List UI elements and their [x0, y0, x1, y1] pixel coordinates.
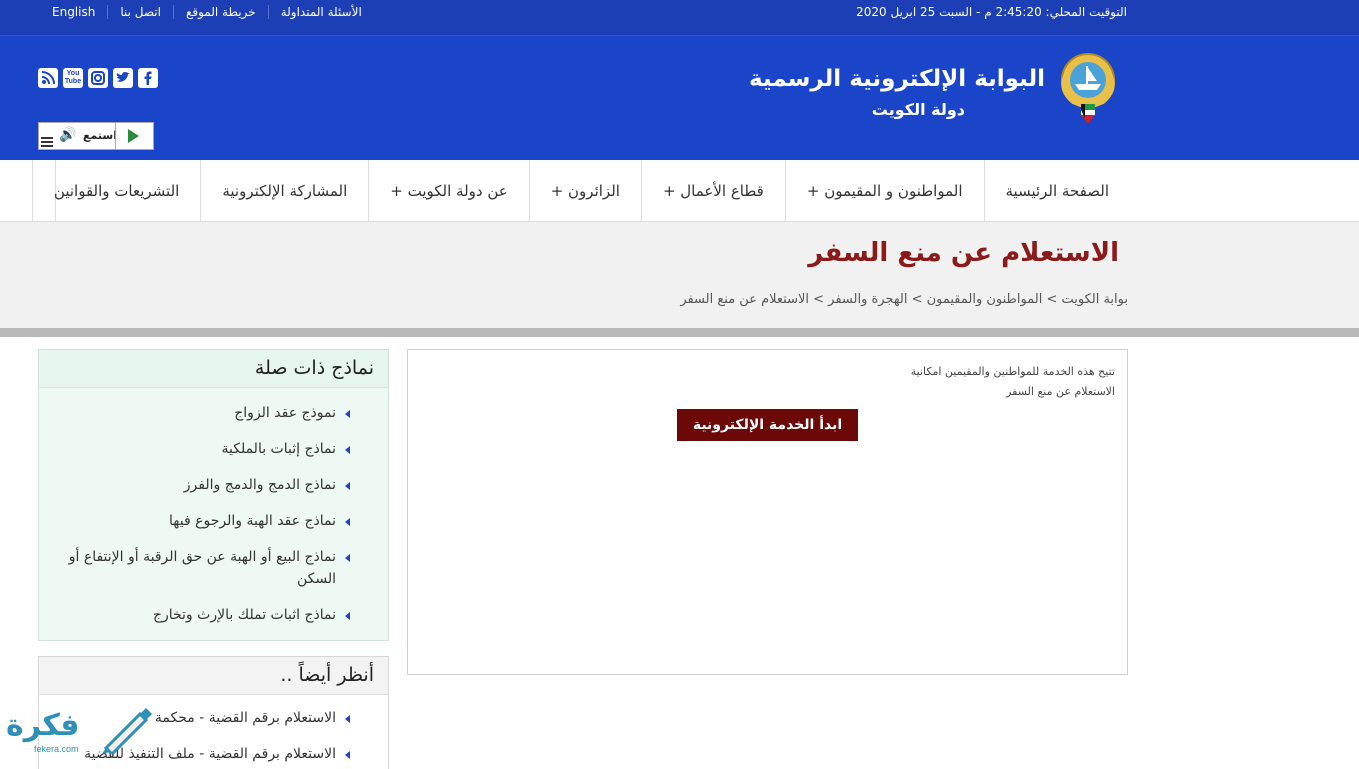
see-also-title: أنظر أيضاً ..	[280, 664, 374, 686]
nav-item-visitors[interactable]: الزائرون +	[528, 160, 641, 221]
service-panel: تتيح هذه الخدمة للمواطنين والمقيمين امكا…	[407, 349, 1128, 675]
see-also-header: أنظر أيضاً ..	[39, 657, 388, 695]
related-forms-list: نموذج عقد الزواج نماذج إثبات بالملكية نم…	[60, 402, 350, 640]
menu-icon[interactable]	[41, 137, 53, 147]
list-item[interactable]: نماذج اثبات تملك بالإرث وتخارج	[60, 604, 350, 626]
related-forms-title: نماذج ذات صلة	[254, 357, 374, 379]
twitter-icon[interactable]	[113, 68, 133, 88]
related-forms-box: نماذج ذات صلة نموذج عقد الزواج نماذج إثب…	[38, 349, 389, 641]
start-service-button[interactable]: ابدأ الخدمة الإلكترونية	[677, 409, 858, 441]
instagram-icon[interactable]	[88, 68, 108, 88]
kuwait-emblem-icon[interactable]	[1055, 50, 1121, 126]
breadcrumb[interactable]: بوابة الكويت > المواطنون والمقيمون > اله…	[680, 292, 1128, 307]
main-nav: الصفحة الرئيسية المواطنون و المقيمون + ق…	[0, 160, 1359, 222]
top-bar: English اتصل بنا خريطة الموقع الأسئلة ال…	[0, 0, 1359, 36]
local-time: التوقيت المحلي: 2:45:20 م - السبت 25 ابر…	[856, 5, 1127, 19]
nav-item-business[interactable]: قطاع الأعمال +	[640, 160, 785, 221]
nav-item-citizens[interactable]: المواطنون و المقيمون +	[784, 160, 984, 221]
listen-label: استمع	[83, 129, 117, 142]
nav-item-home[interactable]: الصفحة الرئيسية	[983, 160, 1131, 221]
watermark-text: فكرة	[6, 708, 80, 743]
divider-bar	[0, 328, 1359, 337]
rss-icon[interactable]	[38, 68, 58, 88]
nav-item-legislation[interactable]: التشريعات والقوانين	[31, 160, 200, 221]
page-title: الاستعلام عن منع السفر	[808, 238, 1119, 268]
watermark: فكرة fekera.com	[6, 702, 152, 762]
youtube-icon[interactable]: You Tube	[63, 68, 83, 88]
site-header: البوابة الإلكترونية الرسمية دولة الكويت …	[0, 36, 1359, 160]
page-header: الاستعلام عن منع السفر بوابة الكويت > ال…	[0, 222, 1359, 328]
play-icon[interactable]	[128, 129, 139, 143]
service-description: تتيح هذه الخدمة للمواطنين والمقيمين امكا…	[910, 365, 1115, 398]
list-item[interactable]: نماذج البيع أو الهبة عن حق الرقبة أو الإ…	[60, 546, 350, 590]
faq-link[interactable]: الأسئلة المتداولة	[267, 5, 374, 19]
nav-items: الصفحة الرئيسية المواطنون و المقيمون + ق…	[31, 160, 1131, 221]
list-item[interactable]: نماذج إثبات بالملكية	[60, 438, 350, 460]
listen-widget[interactable]: 🔊 استمع	[38, 122, 154, 150]
related-forms-header: نماذج ذات صلة	[39, 350, 388, 388]
top-links: English اتصل بنا خريطة الموقع الأسئلة ال…	[52, 5, 374, 19]
youtube-label: You Tube	[64, 70, 82, 85]
site-title[interactable]: البوابة الإلكترونية الرسمية	[749, 66, 1045, 92]
nav-item-about[interactable]: عن دولة الكويت +	[368, 160, 528, 221]
list-item[interactable]: نماذج عقد الهبة والرجوع فيها	[60, 510, 350, 532]
pencil-icon	[102, 708, 152, 754]
site-subtitle: دولة الكويت	[871, 100, 965, 119]
list-item[interactable]: نماذج الدمج والدمج والفرز	[60, 474, 350, 496]
list-item[interactable]: نموذج عقد الزواج	[60, 402, 350, 424]
nav-item-eparticipation[interactable]: المشاركة الإلكترونية	[200, 160, 368, 221]
watermark-url: fekera.com	[34, 744, 79, 754]
contact-link[interactable]: اتصل بنا	[107, 5, 173, 19]
social-links: You Tube	[38, 68, 158, 88]
sitemap-link[interactable]: خريطة الموقع	[172, 5, 268, 19]
english-link[interactable]: English	[52, 5, 107, 19]
facebook-icon[interactable]	[138, 68, 158, 88]
speaker-icon: 🔊	[59, 127, 77, 143]
divider	[115, 123, 116, 149]
